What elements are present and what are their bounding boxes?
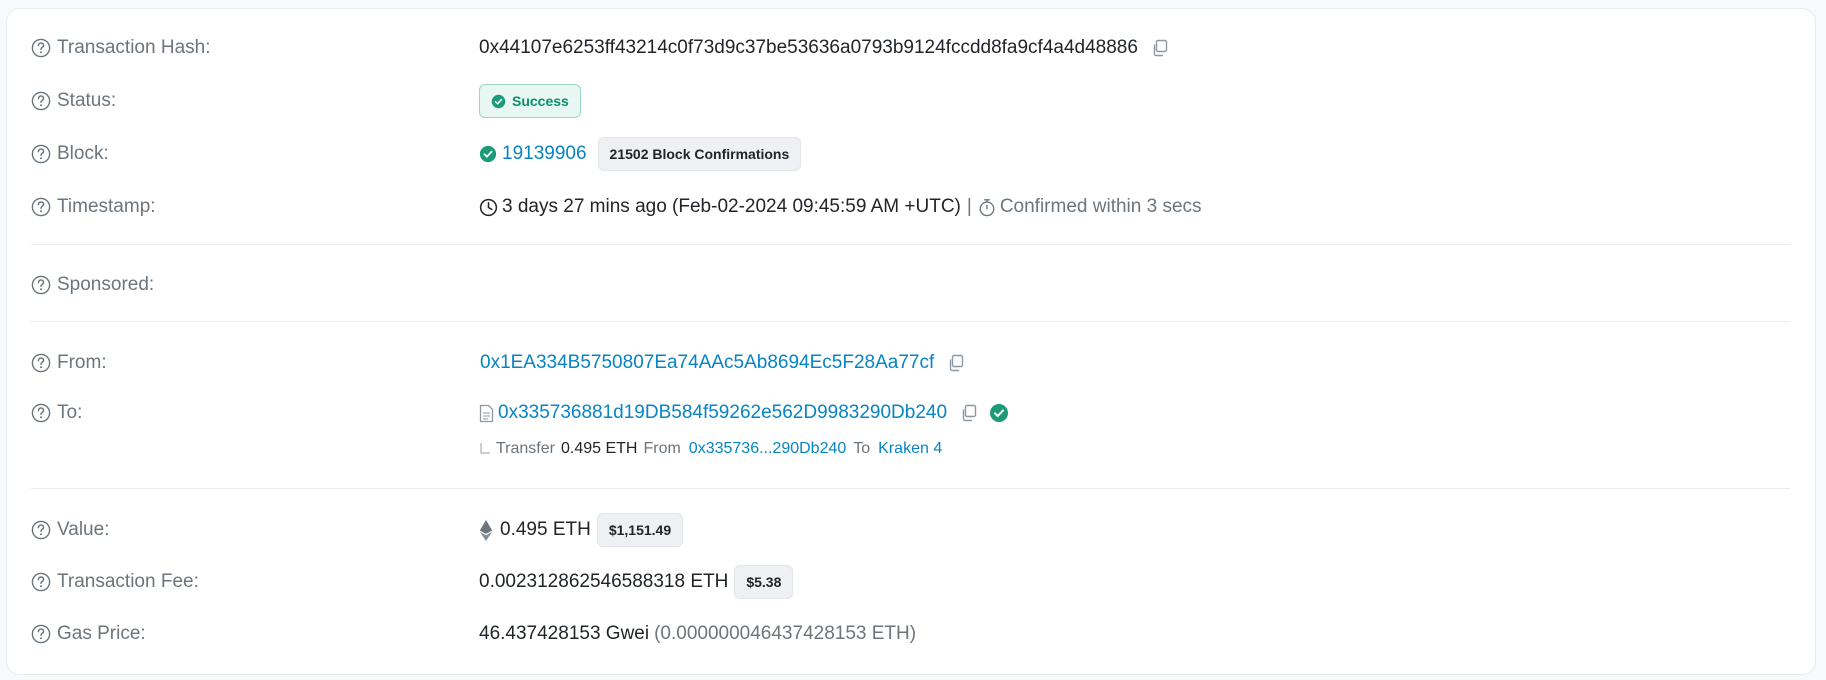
fee-label: Transaction Fee:: [57, 571, 199, 592]
gas-gwei: 46.437428153 Gwei: [479, 623, 650, 644]
divider: [31, 321, 1790, 322]
status-text: Success: [512, 93, 569, 109]
help-icon[interactable]: [31, 144, 51, 164]
tx-hash-label: Transaction Hash:: [57, 37, 211, 58]
block-number-link[interactable]: 19139906: [502, 143, 587, 165]
contract-file-icon: [479, 404, 494, 422]
to-row: To: 0x335736881d19DB584f59262e562D998329…: [31, 396, 1790, 430]
help-icon[interactable]: [31, 624, 51, 644]
value-row: Value: 0.495 ETH $1,151.49: [31, 512, 1790, 548]
to-address-link[interactable]: 0x335736881d19DB584f59262e562D9983290Db2…: [498, 402, 947, 424]
help-icon[interactable]: [31, 403, 51, 423]
copy-icon[interactable]: [946, 353, 966, 373]
divider: [31, 488, 1790, 489]
sponsored-label: Sponsored:: [57, 274, 155, 295]
to-label: To:: [57, 402, 83, 423]
token-transfer-line: Transfer 0.495 ETH From 0x335736...290Db…: [479, 440, 942, 458]
block-confirmations-badge: 21502 Block Confirmations: [597, 137, 802, 171]
transfer-from-word: From: [643, 440, 681, 457]
fee-amount: 0.002312862546588318 ETH: [479, 571, 729, 592]
gas-row: Gas Price: 46.437428153 Gwei (0.00000004…: [31, 617, 1790, 651]
divider: [31, 244, 1790, 245]
gas-eth: (0.000000046437428153 ETH): [654, 623, 917, 644]
confirmed-within: Confirmed within 3 secs: [999, 196, 1202, 217]
timestamp-value: 3 days 27 mins ago (Feb-02-2024 09:45:59…: [502, 196, 961, 217]
block-label: Block:: [57, 143, 109, 164]
gas-label: Gas Price:: [57, 623, 146, 644]
transfer-prefix: Transfer: [496, 440, 555, 457]
status-row: Status: Success: [31, 83, 1790, 119]
transfer-from-link[interactable]: 0x335736...290Db240: [689, 440, 846, 458]
block-row: Block: 19139906 21502 Block Confirmation…: [31, 136, 1790, 172]
stopwatch-icon: [979, 198, 995, 216]
copy-icon[interactable]: [1150, 38, 1170, 58]
transfer-to-link[interactable]: Kraken 4: [878, 440, 942, 458]
value-usd-badge: $1,151.49: [596, 513, 684, 547]
ethereum-icon: [479, 519, 493, 541]
tx-hash-value: 0x44107e6253ff43214c0f73d9c37be53636a079…: [479, 37, 1138, 58]
help-icon[interactable]: [31, 353, 51, 373]
help-icon[interactable]: [31, 91, 51, 111]
fee-row: Transaction Fee: 0.002312862546588318 ET…: [31, 564, 1790, 600]
transfer-amount: 0.495 ETH: [560, 440, 638, 457]
verified-check-icon: [989, 403, 1009, 423]
timestamp-row: Timestamp: 3 days 27 mins ago (Feb-02-20…: [31, 190, 1790, 224]
from-address-link[interactable]: 0x1EA334B5750807Ea74AAc5Ab8694Ec5F28Aa77…: [480, 352, 934, 374]
from-label: From:: [57, 352, 107, 373]
value-label: Value:: [57, 519, 110, 540]
separator: |: [966, 196, 972, 217]
fee-usd-badge: $5.38: [734, 565, 794, 599]
copy-icon[interactable]: [959, 403, 979, 423]
help-icon[interactable]: [31, 275, 51, 295]
branch-icon: [480, 443, 490, 454]
help-icon[interactable]: [31, 572, 51, 592]
from-row: From: 0x1EA334B5750807Ea74AAc5Ab8694Ec5F…: [31, 346, 1790, 380]
help-icon[interactable]: [31, 520, 51, 540]
help-icon[interactable]: [31, 197, 51, 217]
check-circle-icon: [479, 145, 497, 163]
sponsored-row: Sponsored:: [31, 268, 1790, 302]
help-icon[interactable]: [31, 38, 51, 58]
clock-icon: [479, 198, 498, 216]
status-label: Status:: [57, 90, 117, 111]
transfer-to-word: To: [853, 440, 871, 457]
tx-hash-row: Transaction Hash: 0x44107e6253ff43214c0f…: [31, 31, 1790, 65]
value-amount: 0.495 ETH: [500, 519, 591, 540]
timestamp-label: Timestamp:: [57, 196, 156, 217]
check-circle-icon: [491, 94, 506, 109]
status-badge: Success: [479, 84, 581, 118]
